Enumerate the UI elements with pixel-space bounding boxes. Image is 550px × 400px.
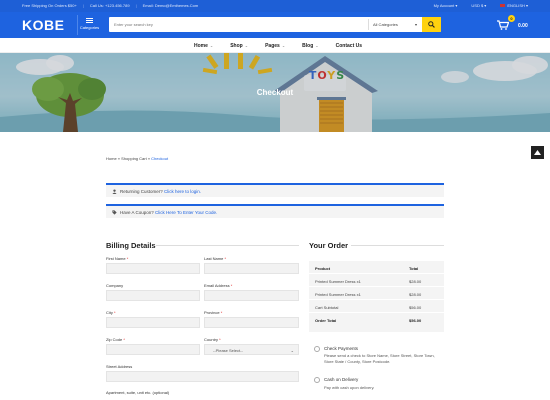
currency-menu[interactable]: USD $ ▾ xyxy=(471,3,486,8)
cod-payment-radio[interactable] xyxy=(314,377,320,383)
breadcrumb: Home » Shopping Cart » Checkout xyxy=(106,156,169,161)
cart-button[interactable]: 0 0.00 xyxy=(497,15,537,33)
page-banner: TOYS Checkout xyxy=(0,53,550,132)
cart-total: 0.00 xyxy=(518,23,528,29)
billing-divider xyxy=(156,245,299,246)
first-name-label: First Name * xyxy=(106,256,129,261)
order-divider xyxy=(351,245,444,246)
scroll-to-top-button[interactable] xyxy=(531,146,544,159)
main-header: KOBE Categories All Categories ▾ 0 0.00 xyxy=(0,12,550,38)
cod-payment-description: Pay with cash upon delivery. xyxy=(324,385,375,390)
street-field[interactable] xyxy=(106,371,299,382)
breadcrumb-current: Checkout xyxy=(151,156,169,161)
chevron-down-icon: ⌄ xyxy=(290,348,294,353)
province-field[interactable] xyxy=(204,317,299,328)
categories-button[interactable]: Categories xyxy=(77,15,101,35)
cart-count-badge: 0 xyxy=(508,15,515,22)
returning-customer-notice: Returning Customer? Click here to login. xyxy=(106,183,444,197)
city-label: City * xyxy=(106,310,116,315)
order-item-row: Printed Summer Dress x1 $28.00 xyxy=(309,274,444,287)
country-select[interactable]: --Please Select-- ⌄ xyxy=(204,344,299,355)
chevron-down-icon: ⌄ xyxy=(244,43,249,48)
check-payment-label: Check Payments xyxy=(324,346,359,351)
search-icon xyxy=(428,21,435,28)
nav-pages[interactable]: Pages ⌄ xyxy=(265,43,285,49)
breadcrumb-cart[interactable]: Shopping Cart xyxy=(121,156,147,161)
order-total-row: Order Total $56.00 xyxy=(315,318,422,323)
nav-contact[interactable]: Contact Us xyxy=(336,43,362,49)
search-button[interactable] xyxy=(422,17,441,32)
search-input[interactable] xyxy=(109,17,367,32)
chevron-down-icon: ⌄ xyxy=(315,43,319,48)
order-header-row: Product Total xyxy=(309,261,444,274)
login-link[interactable]: Click here to login. xyxy=(164,189,201,194)
city-field[interactable] xyxy=(106,317,200,328)
order-subtotal-row: Cart Subtotal $56.00 xyxy=(309,300,444,313)
shipping-notice: Free Shipping On Orders $50+ xyxy=(22,3,77,8)
language-menu[interactable]: ENGLISH ▾ xyxy=(500,3,528,8)
chevron-down-icon: ▾ xyxy=(414,22,417,27)
nav-home[interactable]: Home ⌄ xyxy=(194,43,213,49)
order-item-row: Printed Summer Dress x1 $28.00 xyxy=(309,287,444,300)
country-label: Country * xyxy=(204,337,221,342)
order-title: Your Order xyxy=(309,241,349,250)
province-label: Province * xyxy=(204,310,223,315)
first-name-field[interactable] xyxy=(106,263,200,274)
user-icon xyxy=(112,189,117,194)
last-name-label: Last Name * xyxy=(204,256,227,261)
company-field[interactable] xyxy=(106,290,200,301)
search-bar: All Categories ▾ xyxy=(109,17,441,32)
site-logo[interactable]: KOBE xyxy=(22,17,64,33)
arrow-up-icon xyxy=(534,150,541,155)
main-nav: Home ⌄ Shop ⌄ Pages ⌄ Blog ⌄ Contact Us xyxy=(0,38,550,53)
billing-title: Billing Details xyxy=(106,241,156,250)
tag-icon xyxy=(112,210,117,215)
breadcrumb-home[interactable]: Home xyxy=(106,156,117,161)
my-account-menu[interactable]: My Account ▾ xyxy=(434,3,458,8)
coupon-link[interactable]: Click Here To Enter Your Code. xyxy=(155,210,217,215)
nav-shop[interactable]: Shop ⌄ xyxy=(230,43,248,49)
email-label: Email Address * xyxy=(204,283,233,288)
email-field[interactable] xyxy=(204,290,299,301)
nav-blog[interactable]: Blog ⌄ xyxy=(302,43,318,49)
search-category-select[interactable]: All Categories ▾ xyxy=(368,19,420,30)
cod-payment-label: Cash on Delivery xyxy=(324,377,359,382)
zip-label: Zip Code * xyxy=(106,337,125,342)
menu-icon xyxy=(86,18,93,23)
street-label: Street Address xyxy=(106,364,133,369)
top-info-bar: Free Shipping On Orders $50+ | Call Us: … xyxy=(0,0,550,12)
zip-field[interactable] xyxy=(106,344,200,355)
order-summary-table: Product Total Printed Summer Dress x1 $28.… xyxy=(309,261,444,332)
cart-icon xyxy=(497,20,509,30)
check-payment-description: Please send a check to Store Name, Store… xyxy=(324,353,435,364)
email-info: Email: Demo@Emthemes.Com xyxy=(142,3,199,8)
phone-info: Call Us: +123.456.789 xyxy=(89,3,130,8)
chevron-down-icon: ⌄ xyxy=(209,43,214,48)
company-label: Company xyxy=(106,283,124,288)
check-payment-radio[interactable] xyxy=(314,346,320,352)
coupon-notice: Have A Coupon? Click Here To Enter Your … xyxy=(106,204,444,218)
chevron-down-icon: ⌄ xyxy=(281,43,286,48)
page-title: Checkout xyxy=(256,88,294,97)
apartment-label: Apartment, suite, unit etc. (optional) xyxy=(106,390,170,395)
last-name-field[interactable] xyxy=(204,263,299,274)
